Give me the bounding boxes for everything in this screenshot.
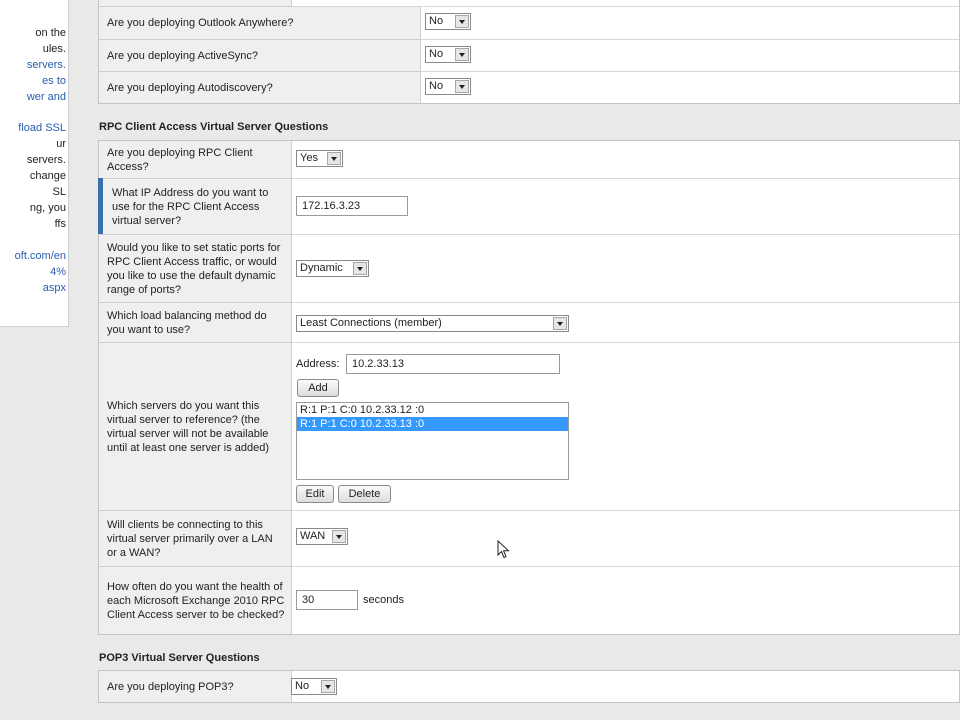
pop3-deploying-select[interactable]: No [291,678,337,695]
question-activesync: Are you deploying ActiveSync? [107,49,259,62]
mouse-cursor-icon [497,540,510,559]
question-cell: What IP Address do you want to use for t… [99,179,292,235]
question-load-balancing: Which load balancing method do you want … [107,309,267,336]
answer-cell [421,72,959,103]
help-sidebar: on the ules. servers. es to wer and fload SSL… [0,0,69,327]
sidebar-help-text-line[interactable]: fload SSL [18,122,66,135]
question-rpc-ip: What IP Address do you want to use for t… [112,186,269,227]
chevron-down-icon [455,48,469,61]
load-balancing-select[interactable]: Least Connections (member) [296,315,569,332]
select-value: No [295,680,310,692]
sidebar-help-text-line: ffs [54,218,66,230]
active-row-indicator [98,178,103,234]
question-cell: Are you deploying ActiveSync? [99,40,421,72]
question-lan-wan: Will clients be connecting to this virtu… [107,518,273,559]
sidebar-help-text-line[interactable]: aspx [43,282,66,295]
outlook-anywhere-select[interactable]: No [425,13,471,30]
server-list-item-selected[interactable]: R:1 P:1 C:0 10.2.33.13 :0 [297,417,568,431]
address-label: Address: [296,358,340,370]
sidebar-help-text-line[interactable]: wer and [27,91,66,104]
chevron-down-icon [327,152,341,165]
answer-cell [421,40,959,72]
answer-cell [421,7,959,40]
edit-server-button[interactable]: Edit [296,485,334,503]
select-value: WAN [300,530,326,542]
add-server-button[interactable]: Add [297,379,339,397]
rpc-section-heading: RPC Client Access Virtual Server Questio… [99,121,329,133]
select-value: No [429,48,444,60]
server-listbox[interactable]: R:1 P:1 C:0 10.2.33.12 :0 R:1 P:1 C:0 10… [296,402,569,480]
lan-wan-select[interactable]: WAN [296,528,348,545]
chevron-down-icon [321,680,335,693]
chevron-down-icon [455,15,469,28]
chevron-down-icon [455,80,469,93]
rpc-ports-select[interactable]: Dynamic [296,260,369,277]
answer-cell [292,141,959,179]
rpc-questions-panel: Are you deploying RPC Client Access? Wha… [98,140,960,635]
question-cell: Are you deploying RPC Client Access? [99,141,292,179]
pop3-questions-panel: Are you deploying POP3? [98,670,960,703]
delete-server-button[interactable]: Delete [338,485,391,503]
question-rpc-deploying: Are you deploying RPC Client Access? [107,146,253,173]
question-cell: Would you like to set static ports for R… [99,235,292,303]
server-list-item[interactable]: R:1 P:1 C:0 10.2.33.12 :0 [297,403,568,417]
top-questions-panel: Are you deploying Outlook Anywhere? Are … [98,0,960,104]
question-servers: Which servers do you want this virtual s… [107,399,270,454]
question-cell: Are you deploying Autodiscovery? [99,72,421,103]
sidebar-help-text-line: ng, you [29,202,66,214]
answer-cell [292,511,959,567]
sidebar-help-text-line: servers. [26,154,66,166]
sidebar-help-text-line: ur [56,138,66,150]
question-cell: Which servers do you want this virtual s… [99,343,292,511]
question-health-interval: How often do you want the health of each… [107,580,285,621]
sidebar-help-text-line[interactable]: es to [42,75,66,88]
answer-cell [292,671,959,702]
question-cell: Are you deploying POP3? [99,671,292,702]
sidebar-help-text-line[interactable]: servers. [27,59,66,72]
select-value: No [429,15,444,27]
pop3-section-heading: POP3 Virtual Server Questions [99,652,260,664]
sidebar-help-text-line: SL [52,186,66,198]
answer-cell [292,0,959,7]
chevron-down-icon [553,317,567,330]
autodiscovery-select[interactable]: No [425,78,471,95]
address-input[interactable]: 10.2.33.13 [346,354,560,374]
select-value: Least Connections (member) [300,317,442,329]
rpc-ip-input[interactable]: 172.16.3.23 [296,196,408,216]
question-rpc-ports: Would you like to set static ports for R… [107,241,281,296]
sidebar-help-text-line[interactable]: 4% [50,266,66,279]
chevron-down-icon [353,262,367,275]
question-autodiscovery: Are you deploying Autodiscovery? [107,81,273,94]
health-interval-unit: seconds [363,594,404,606]
question-pop3-deploying: Are you deploying POP3? [107,680,234,693]
health-interval-input[interactable]: 30 [296,590,358,610]
question-cell: Will clients be connecting to this virtu… [99,511,292,567]
chevron-down-icon [332,530,346,543]
select-value: No [429,80,444,92]
activesync-select[interactable]: No [425,46,471,63]
question-cell: Which load balancing method do you want … [99,303,292,343]
select-value: Dynamic [300,262,343,274]
question-cell: Are you deploying Outlook Anywhere? [99,7,421,40]
sidebar-help-text-line: change [29,170,66,182]
question-cell: How often do you want the health of each… [99,567,292,634]
sidebar-help-text-line: on the [35,27,66,39]
question-outlook-anywhere: Are you deploying Outlook Anywhere? [107,17,294,29]
rpc-deploying-select[interactable]: Yes [296,150,343,167]
question-cell [99,0,292,7]
sidebar-help-text-line[interactable]: oft.com/en [15,250,66,263]
answer-cell [292,235,959,303]
sidebar-help-text-line: ules. [42,43,66,55]
select-value: Yes [300,152,318,164]
